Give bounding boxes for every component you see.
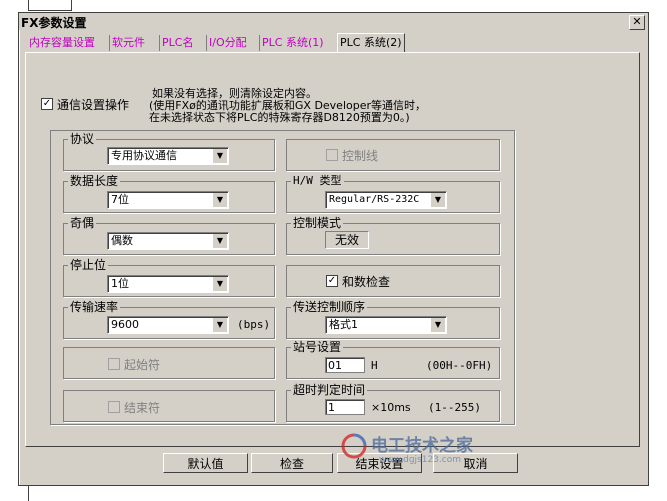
transfer-control-label: 传送控制顺序 bbox=[291, 300, 368, 314]
background-frame bbox=[28, 0, 72, 11]
watermark-name: 电工技术之家 bbox=[371, 436, 473, 456]
end-char-group bbox=[63, 390, 275, 422]
baud-rate-label: 传输速率 bbox=[68, 300, 121, 314]
window-title: FX参数设置 bbox=[21, 16, 87, 30]
check-button[interactable]: 检查 bbox=[251, 453, 333, 473]
protocol-value: 专用协议通信 bbox=[111, 149, 177, 162]
timeout-label: 超时判定时间 bbox=[291, 383, 368, 397]
chevron-down-icon: ▼ bbox=[212, 277, 227, 291]
protocol-select[interactable]: 专用协议通信 ▼ bbox=[107, 147, 229, 165]
start-char-group bbox=[63, 347, 275, 379]
transfer-control-value: 格式1 bbox=[329, 318, 358, 331]
chevron-down-icon: ▼ bbox=[212, 193, 227, 207]
data-length-value: 7位 bbox=[111, 193, 129, 206]
background-line bbox=[28, 484, 29, 501]
control-line-label: 控制线 bbox=[342, 149, 379, 163]
data-length-select[interactable]: 7位 ▼ bbox=[107, 191, 229, 209]
comm-info-line3: 在未选择状态下将PLC的特殊寄存器D8120预置为0。) bbox=[149, 111, 410, 124]
timeout-value: 1 bbox=[328, 401, 335, 414]
station-label: 站号设置 bbox=[291, 340, 344, 354]
timeout-input[interactable]: 1 bbox=[325, 399, 365, 415]
timeout-unit: ×10ms bbox=[371, 401, 411, 414]
protocol-label: 协议 bbox=[68, 132, 97, 146]
control-mode-label: 控制模式 bbox=[291, 216, 344, 230]
baud-rate-select[interactable]: 9600 ▼ bbox=[107, 316, 229, 334]
watermark-url: www.dgjs123.com bbox=[379, 455, 461, 465]
check-button-label: 检查 bbox=[279, 457, 304, 471]
tab-plc-system-2[interactable]: PLC 系统(2) bbox=[337, 33, 405, 53]
parity-select[interactable]: 偶数 ▼ bbox=[107, 232, 229, 250]
chevron-down-icon: ▼ bbox=[212, 318, 227, 332]
end-char-checkbox[interactable] bbox=[108, 401, 120, 413]
tab-memory-capacity[interactable]: 内存容量设置 bbox=[27, 35, 97, 51]
tab-label: 内存容量设置 bbox=[29, 36, 95, 49]
control-mode-field: 无效 bbox=[325, 231, 369, 249]
tab-label: 软元件 bbox=[112, 36, 145, 49]
station-range: (00H--0FH) bbox=[426, 359, 493, 372]
transfer-control-select[interactable]: 格式1 ▼ bbox=[325, 316, 447, 334]
default-button-label: 默认值 bbox=[187, 457, 224, 471]
baud-rate-unit: (bps) bbox=[237, 318, 271, 331]
close-button[interactable]: ✕ bbox=[629, 15, 645, 30]
start-char-label: 起始符 bbox=[124, 358, 161, 372]
close-icon: ✕ bbox=[632, 15, 642, 28]
station-value: 01 bbox=[328, 359, 342, 372]
control-mode-value: 无效 bbox=[334, 233, 359, 247]
tab-plc-system-1[interactable]: PLC 系统(1) bbox=[259, 35, 326, 51]
title-bar: FX参数设置 ✕ bbox=[19, 13, 648, 30]
fx-parameter-dialog: FX参数设置 ✕ 内存容量设置 软元件 PLC名 I/O分配 PLC 系统(1)… bbox=[18, 12, 649, 486]
baud-rate-value: 9600 bbox=[111, 318, 139, 331]
comm-setting-label: 通信设置操作 bbox=[57, 98, 130, 112]
sum-check-label: 和数检查 bbox=[342, 275, 391, 289]
tab-io-assignment[interactable]: I/O分配 bbox=[206, 35, 249, 51]
check-icon: ✓ bbox=[42, 98, 52, 109]
chevron-down-icon: ▼ bbox=[430, 193, 445, 207]
parity-value: 偶数 bbox=[111, 234, 133, 247]
stop-bit-label: 停止位 bbox=[68, 258, 109, 272]
tab-label: PLC 系统(1) bbox=[262, 36, 324, 49]
start-char-checkbox[interactable] bbox=[108, 358, 120, 370]
hw-type-label: H/W 类型 bbox=[291, 174, 344, 188]
comm-setting-checkbox[interactable]: ✓ bbox=[41, 98, 53, 110]
timeout-range: (1--255) bbox=[428, 401, 481, 414]
watermark-logo: 电工技术之家 www.dgjs123.com bbox=[339, 431, 507, 473]
parity-label: 奇偶 bbox=[68, 216, 97, 230]
tab-plc-name[interactable]: PLC名 bbox=[159, 35, 195, 51]
control-line-group bbox=[286, 139, 500, 171]
station-unit: H bbox=[371, 359, 378, 372]
control-line-checkbox[interactable] bbox=[326, 149, 338, 161]
sum-check-group bbox=[286, 265, 500, 297]
chevron-down-icon: ▼ bbox=[430, 318, 445, 332]
default-button[interactable]: 默认值 bbox=[163, 453, 248, 473]
tab-devices[interactable]: 软元件 bbox=[109, 35, 147, 51]
tab-label: I/O分配 bbox=[209, 36, 247, 49]
watermark-emblem-icon bbox=[341, 433, 367, 459]
hw-type-value: Regular/RS-232C bbox=[329, 194, 420, 205]
tab-label: PLC 系统(2) bbox=[340, 36, 402, 49]
stop-bit-select[interactable]: 1位 ▼ bbox=[107, 275, 229, 293]
chevron-down-icon: ▼ bbox=[212, 234, 227, 248]
chevron-down-icon: ▼ bbox=[212, 149, 227, 163]
hw-type-select[interactable]: Regular/RS-232C ▼ bbox=[325, 191, 447, 209]
tab-label: PLC名 bbox=[162, 36, 194, 49]
check-icon: ✓ bbox=[327, 275, 337, 286]
stop-bit-value: 1位 bbox=[111, 277, 129, 290]
data-length-label: 数据长度 bbox=[68, 174, 121, 188]
station-input[interactable]: 01 bbox=[325, 357, 365, 373]
end-char-label: 结束符 bbox=[124, 401, 161, 415]
sum-check-checkbox[interactable]: ✓ bbox=[326, 275, 338, 287]
